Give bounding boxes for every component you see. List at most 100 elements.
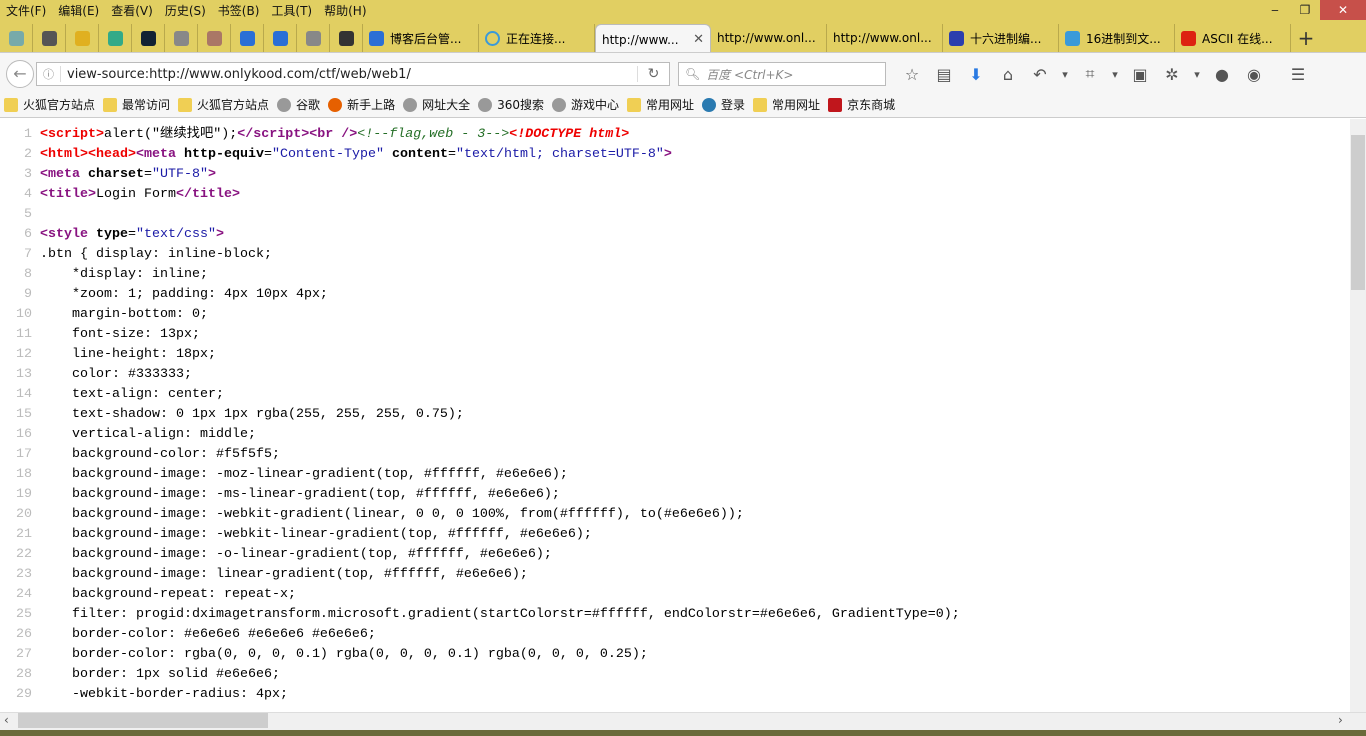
- tab-label: 正在连接...: [506, 31, 566, 46]
- pinned-tab[interactable]: [132, 24, 165, 52]
- bookmark-star-icon[interactable]: ☆: [896, 65, 928, 84]
- source-token: border-color: #e6e6e6 #e6e6e6 #e6e6e6;: [40, 627, 376, 642]
- pinned-tab[interactable]: [0, 24, 33, 52]
- line-number: 2: [24, 147, 32, 162]
- bookmark-item[interactable]: 网址大全: [403, 96, 470, 113]
- dropdown-icon[interactable]: ▾: [1106, 68, 1124, 81]
- browser-tab[interactable]: 16进制到文...: [1059, 24, 1175, 52]
- image-icon[interactable]: ▣: [1124, 65, 1156, 84]
- app-icon: [8, 30, 24, 46]
- bookmark-item[interactable]: 最常访问: [103, 96, 170, 113]
- chat-icon[interactable]: ●: [1206, 65, 1238, 84]
- bookmark-item[interactable]: 常用网址: [753, 96, 820, 113]
- pinned-tab[interactable]: [99, 24, 132, 52]
- bookmark-label: 网址大全: [422, 98, 471, 112]
- search-placeholder: 百度 <Ctrl+K>: [706, 67, 794, 82]
- browser-tab[interactable]: ASCII 在线...: [1175, 24, 1291, 52]
- home-icon[interactable]: ⌂: [992, 65, 1024, 84]
- source-token: filter: progid:dximagetransform.microsof…: [40, 607, 960, 622]
- source-token: <meta: [136, 147, 184, 162]
- source-token: >: [208, 167, 216, 182]
- reload-icon[interactable]: ↻: [637, 66, 669, 82]
- menu-item[interactable]: 工具(T): [265, 2, 318, 19]
- bookmark-item[interactable]: 京东商城: [828, 96, 895, 113]
- dropdown-icon[interactable]: ▾: [1056, 68, 1074, 81]
- menu-item[interactable]: 历史(S): [159, 2, 212, 19]
- pinned-tab[interactable]: [198, 24, 231, 52]
- menu-icon[interactable]: ☰: [1282, 65, 1314, 84]
- title-tab-bar: 文件(F) 编辑(E) 查看(V) 历史(S) 书签(B) 工具(T) 帮助(H) ‒ ❐ …: [0, 0, 1366, 54]
- close-window-button[interactable]: ✕: [1320, 0, 1366, 20]
- bookmark-item[interactable]: 游戏中心: [552, 96, 619, 113]
- source-token: border: 1px solid #e6e6e6;: [40, 667, 280, 682]
- source-line: 1 <script> alert("继续找吧"); </script> <br /> <!…: [0, 125, 1350, 145]
- dropdown-icon[interactable]: ▾: [1188, 68, 1206, 81]
- scroll-left-icon[interactable]: ‹: [4, 713, 9, 727]
- bookmark-item[interactable]: 360搜索: [478, 96, 544, 113]
- search-input[interactable]: 🔍︎ 百度 <Ctrl+K>: [678, 62, 886, 86]
- browser-tab[interactable]: 正在连接...: [479, 24, 595, 52]
- tab-strip: 博客后台管... 正在连接... http://www... ✕ http://www.…: [0, 24, 1321, 54]
- bookmark-item[interactable]: 火狐官方站点: [4, 96, 95, 113]
- pinned-tab[interactable]: [297, 24, 330, 52]
- back-button[interactable]: ←: [6, 60, 34, 88]
- source-token: background-color: #f5f5f5;: [40, 447, 280, 462]
- pinned-tab[interactable]: [330, 24, 363, 52]
- pinned-tab[interactable]: [264, 24, 297, 52]
- menu-item[interactable]: 文件(F): [0, 2, 52, 19]
- browser-tab[interactable]: 博客后台管...: [363, 24, 479, 52]
- horizontal-scroll-thumb[interactable]: [18, 713, 268, 728]
- bookmark-item[interactable]: 火狐官方站点: [178, 96, 269, 113]
- source-line: 29 -webkit-border-radius: 4px;: [0, 685, 1350, 705]
- restore-button[interactable]: ❐: [1290, 0, 1320, 20]
- source-token: <br />: [309, 127, 358, 142]
- bookmark-item[interactable]: 常用网址: [627, 96, 694, 113]
- bookmark-item[interactable]: 新手上路: [328, 96, 395, 113]
- pinned-tab[interactable]: [66, 24, 99, 52]
- pinned-tab[interactable]: [165, 24, 198, 52]
- browser-tab[interactable]: 十六进制编...: [943, 24, 1059, 52]
- screenshot-icon[interactable]: ⌗: [1074, 64, 1106, 84]
- address-bar[interactable]: ⓘ view-source:http://www.onlykood.com/ct…: [36, 62, 670, 86]
- bookmark-label: 登录: [721, 98, 746, 112]
- menu-item[interactable]: 书签(B): [212, 2, 266, 19]
- line-number: 4: [24, 187, 32, 202]
- scroll-right-icon[interactable]: ›: [1338, 713, 1343, 727]
- source-token: <html>: [40, 147, 88, 162]
- tab-label: 十六进制编...: [970, 31, 1042, 46]
- new-tab-button[interactable]: +: [1291, 26, 1321, 50]
- undo-icon[interactable]: ↶: [1024, 65, 1056, 84]
- menu-item[interactable]: 查看(V): [105, 2, 159, 19]
- tab-close-icon[interactable]: ✕: [693, 32, 704, 47]
- url-input[interactable]: view-source:http://www.onlykood.com/ctf/…: [61, 67, 637, 82]
- reading-list-icon[interactable]: ▤: [928, 65, 960, 84]
- bookmark-label: 火狐官方站点: [23, 98, 96, 112]
- tab-label: ASCII 在线...: [1202, 31, 1273, 46]
- site-icon: [272, 30, 288, 46]
- pinned-tab[interactable]: [33, 24, 66, 52]
- info-icon[interactable]: ⓘ: [37, 66, 61, 82]
- menu-item[interactable]: 编辑(E): [52, 2, 105, 19]
- source-token: <script>: [40, 127, 104, 142]
- minimize-button[interactable]: ‒: [1260, 0, 1290, 20]
- menu-bar: 文件(F) 编辑(E) 查看(V) 历史(S) 书签(B) 工具(T) 帮助(H): [0, 0, 373, 20]
- line-number: 16: [16, 427, 32, 442]
- avatar-icon[interactable]: ◉: [1238, 65, 1270, 84]
- bookmark-item[interactable]: 谷歌: [277, 96, 320, 113]
- firefox-icon: [328, 97, 343, 112]
- tab-label: http://www.onl...: [717, 31, 816, 45]
- browser-tab[interactable]: http://www... ✕: [595, 24, 711, 54]
- download-icon[interactable]: ⬇: [960, 65, 992, 84]
- source-token: color: #333333;: [40, 367, 192, 382]
- pinned-tab[interactable]: [231, 24, 264, 52]
- extension-icon[interactable]: ✲: [1156, 65, 1188, 84]
- menu-item[interactable]: 帮助(H): [318, 2, 372, 19]
- browser-tab[interactable]: http://www.onl...: [827, 24, 943, 52]
- source-line: 14 text-align: center;: [0, 385, 1350, 405]
- source-token: "Content-Type": [271, 147, 384, 162]
- vertical-scroll-thumb[interactable]: [1351, 135, 1365, 290]
- bookmark-item[interactable]: 登录: [702, 96, 745, 113]
- source-line: 26 border-color: #e6e6e6 #e6e6e6 #e6e6e6…: [0, 625, 1350, 645]
- source-line: 12 line-height: 18px;: [0, 345, 1350, 365]
- browser-tab[interactable]: http://www.onl...: [711, 24, 827, 52]
